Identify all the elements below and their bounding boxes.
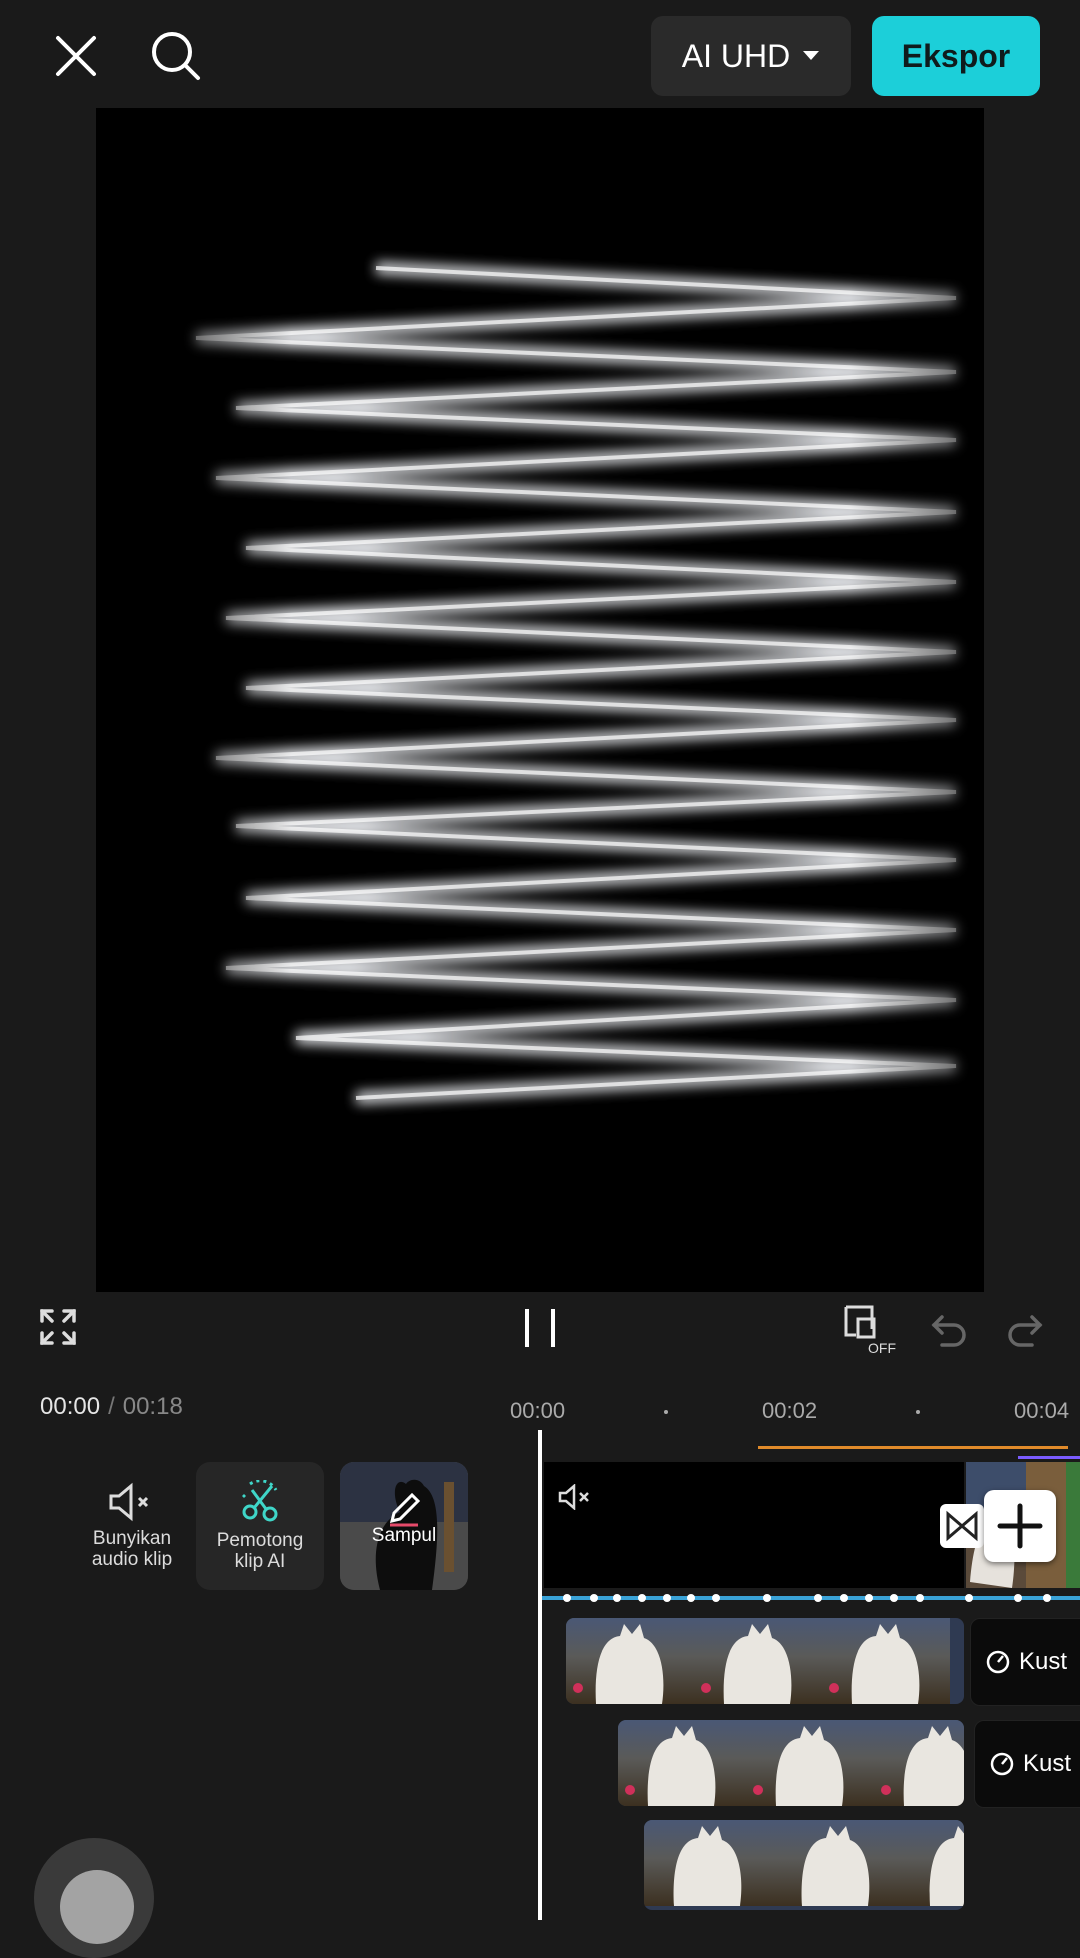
tool-label-line: audio klip [91,1549,173,1570]
cat-thumbnail [644,1820,772,1906]
beat-marker [865,1594,873,1602]
custom-effect-label: Kust [1019,1648,1068,1675]
beat-marker [1043,1594,1051,1602]
speed-icon [986,1650,1010,1674]
time-display: 00:00 / 00:18 [40,1393,183,1421]
ai-scissors-icon [242,1480,278,1522]
pencil-icon [389,1492,421,1526]
beat-marker [663,1594,671,1602]
tool-label: Sampul [371,1524,437,1546]
beat-marker [613,1594,621,1602]
redo-icon[interactable] [1002,1307,1046,1351]
custom-effect-label: Kust [1023,1750,1072,1777]
mute-audio-icon [109,1482,149,1522]
beat-marker [814,1594,822,1602]
fullscreen-icon[interactable] [36,1305,80,1349]
beat-marker [590,1594,598,1602]
unmute-clip-audio-button[interactable]: Bunyikan audio klip [68,1462,196,1590]
undo-icon[interactable] [928,1307,972,1351]
effect-range-bar [1018,1456,1080,1459]
beat-marker [763,1594,771,1602]
beat-marker [1014,1594,1022,1602]
beat-marker [916,1594,924,1602]
beat-marker [687,1594,695,1602]
pause-icon[interactable] [520,1305,560,1351]
ai-clip-cutter-button[interactable]: Pemotong klip AI [196,1462,324,1590]
tool-label-line: Bunyikan [92,1528,172,1549]
cat-thumbnail [694,1618,822,1704]
video-preview[interactable] [96,108,984,1292]
cat-thumbnail [874,1720,964,1806]
time-separator: / [108,1393,115,1420]
speed-icon [990,1752,1014,1776]
beat-marker [563,1594,571,1602]
total-time: 00:18 [122,1393,183,1420]
ruler-tick [664,1410,668,1414]
tool-label: Bunyikan audio klip [92,1528,172,1570]
quality-dropdown[interactable]: AI UHD [651,16,851,96]
main-video-clip[interactable] [544,1462,964,1588]
current-time: 00:00 [40,1393,101,1420]
cat-thumbnail [618,1720,746,1806]
ruler-label-0: 00:00 [510,1398,566,1423]
caret-down-icon [803,51,820,60]
cat-thumbnail [566,1618,694,1704]
beat-marker [890,1594,898,1602]
effect-range-bar [758,1446,1068,1449]
cat-thumbnail [822,1618,950,1704]
muted-speaker-icon [558,1484,589,1510]
beat-marker [638,1594,646,1602]
custom-effect-chip[interactable]: Kust [970,1618,1080,1706]
cover-button[interactable]: Sampul [340,1462,468,1590]
export-button[interactable]: Ekspor [872,16,1040,96]
playhead[interactable] [538,1430,542,1920]
search-icon[interactable] [144,24,208,88]
overlay-clip[interactable] [644,1820,964,1910]
cat-thumbnail [772,1820,900,1906]
tool-label-line: Pemotong [216,1530,304,1551]
overlay-clip[interactable] [618,1720,964,1806]
keyframe-off-icon[interactable]: OFF [842,1303,902,1357]
beat-track[interactable] [542,1596,1080,1600]
beat-marker [840,1594,848,1602]
ruler-label-2: 00:02 [762,1398,818,1423]
quality-label: AI UHD [681,37,791,74]
beat-marker [965,1594,973,1602]
cat-thumbnail [746,1720,874,1806]
beat-marker [712,1594,720,1602]
ruler-tick [916,1410,920,1414]
custom-effect-chip[interactable]: Kust [974,1720,1080,1808]
overlay-clip[interactable] [566,1618,964,1704]
tool-label-line: klip AI [234,1551,286,1572]
tool-label: Pemotong klip AI [217,1530,304,1572]
transition-icon[interactable] [940,1504,984,1548]
cat-thumbnail [900,1820,964,1906]
ruler-label-4: 00:04 [1014,1398,1070,1423]
close-icon[interactable] [44,24,108,88]
svg-text:OFF: OFF [868,1340,896,1356]
add-clip-button[interactable] [984,1490,1056,1562]
floating-assist-button-inner [60,1870,134,1944]
plus-icon [997,1503,1043,1549]
